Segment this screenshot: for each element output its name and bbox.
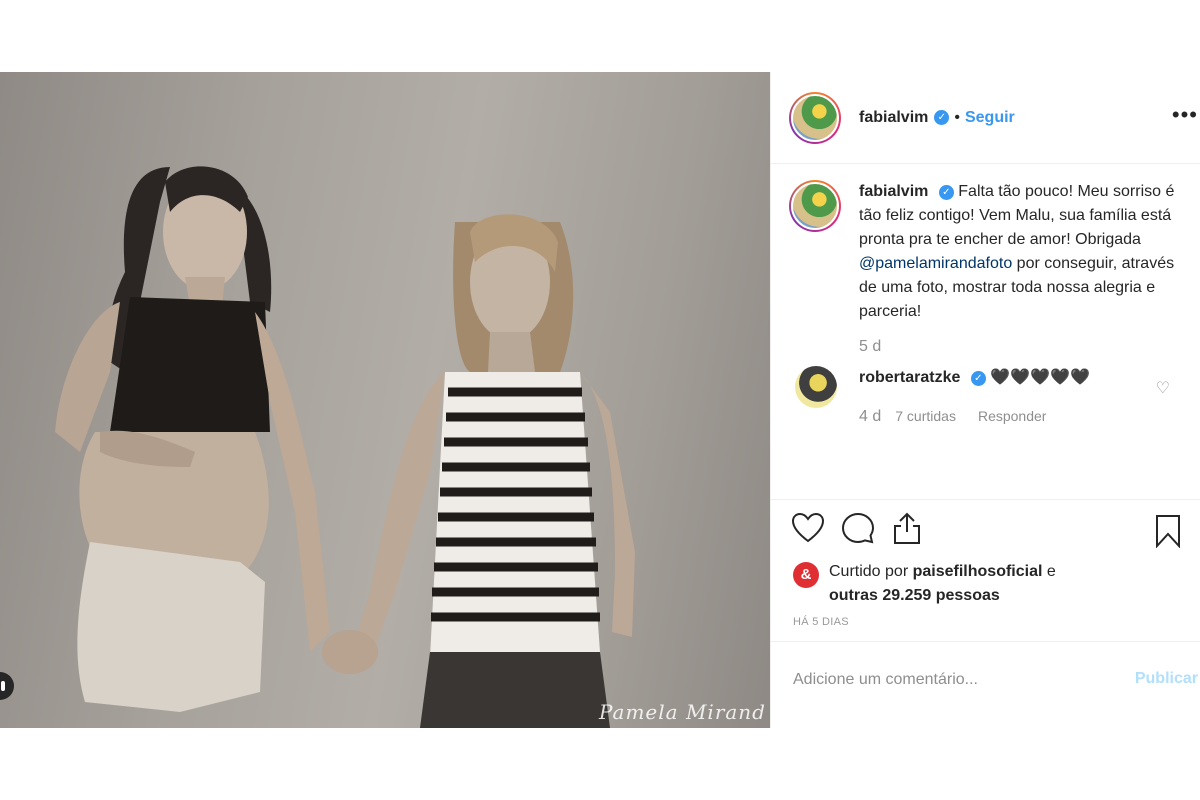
caption-time[interactable]: 5 d [859,338,1182,356]
photo-illustration [55,166,635,728]
publish-button[interactable]: Publicar [1135,670,1198,688]
comment-body: robertaratzke ✓ 🖤🖤🖤🖤🖤 4 d 7 curtidas Res… [859,366,1090,426]
caption-mention-link[interactable]: @pamelamirandafoto [859,255,1012,272]
photo-watermark: Pamela Mirand [598,700,766,724]
follow-button[interactable]: Seguir [965,109,1015,127]
post-caption: fabialvim ✓ Falta tão pouco! Meu sorriso… [789,180,1182,324]
comment-item: robertaratzke ✓ 🖤🖤🖤🖤🖤 4 d 7 curtidas Res… [789,366,1182,426]
comment-like-heart-icon[interactable]: ♡ [1156,378,1170,398]
caption-username[interactable]: fabialvim [859,183,928,200]
comments-section: fabialvim ✓ Falta tão pouco! Meu sorriso… [771,164,1200,500]
post-actions [771,500,1200,556]
author-avatar[interactable] [789,91,841,144]
commenter-username[interactable]: robertaratzke [859,369,960,386]
comment-meta: 4 d 7 curtidas Responder [859,408,1090,426]
caption-text: fabialvim ✓ Falta tão pouco! Meu sorriso… [859,180,1177,324]
likes-prefix: Curtido por [829,563,909,580]
likes-text: Curtido por paisefilhosoficial e outras … [829,560,1056,608]
author-username[interactable]: fabialvim [859,109,928,127]
comment-input[interactable] [793,671,1093,689]
comment-text: 🖤🖤🖤🖤🖤 [990,369,1090,386]
comment-time[interactable]: 4 d [859,408,881,426]
verified-badge-icon: ✓ [934,110,950,125]
comment-bubble-icon[interactable] [841,512,875,544]
reply-button[interactable]: Responder [978,408,1047,424]
likes-connector: e [1046,563,1056,580]
likes-others-link[interactable]: outras 29.259 pessoas [829,587,1000,604]
comment-line: robertaratzke ✓ 🖤🖤🖤🖤🖤 [859,366,1090,390]
posted-timestamp[interactable]: HÁ 5 DIAS [771,616,1200,642]
post-photo[interactable]: Pamela Mirand [0,72,770,728]
liker-avatar[interactable]: & [793,562,819,588]
held-hands [322,630,378,674]
commenter-avatar[interactable] [795,366,837,408]
liker-username[interactable]: paisefilhosoficial [913,563,1043,580]
add-comment-form: Publicar [771,642,1200,718]
share-icon[interactable] [891,511,923,545]
verified-badge-icon: ✓ [970,371,986,386]
post-header: fabialvim ✓ • Seguir ••• [771,72,1200,164]
bookmark-save-icon[interactable] [1154,514,1182,548]
post-sidebar: fabialvim ✓ • Seguir ••• fabialvim ✓ Fal… [770,72,1200,728]
verified-badge-icon: ✓ [938,185,954,200]
comment-likes-count[interactable]: 7 curtidas [895,408,956,424]
like-heart-icon[interactable] [791,512,825,544]
header-separator: • [954,108,960,126]
instagram-post: Pamela Mirand fabialvim ✓ • Seguir ••• f… [0,72,1200,728]
more-options-icon[interactable]: ••• [1172,102,1198,128]
likes-summary: & Curtido por paisefilhosoficial e outra… [771,560,1200,608]
caption-author-avatar[interactable] [789,180,841,232]
